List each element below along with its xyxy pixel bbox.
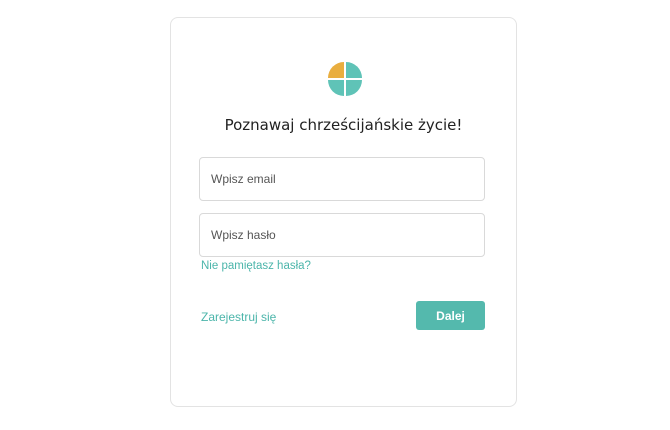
logo-petal-bottom-right xyxy=(346,80,362,96)
logo-petal-top-left xyxy=(328,62,344,78)
logo-icon xyxy=(326,60,364,98)
next-button[interactable]: Dalej xyxy=(416,301,485,330)
logo-petal-bottom-left xyxy=(328,80,344,96)
login-page: Poznawaj chrześcijańskie życie! Nie pami… xyxy=(0,0,670,430)
page-title: Poznawaj chrześcijańskie życie! xyxy=(224,116,463,134)
four-petal-logo-icon xyxy=(328,62,362,96)
email-field[interactable] xyxy=(199,157,485,201)
login-card: Poznawaj chrześcijańskie życie! Nie pami… xyxy=(170,17,517,407)
password-field[interactable] xyxy=(199,213,485,257)
logo-petal-top-right xyxy=(346,62,362,78)
forgot-password-link[interactable]: Nie pamiętasz hasła? xyxy=(201,260,311,272)
register-link[interactable]: Zarejestruj się xyxy=(201,310,276,324)
